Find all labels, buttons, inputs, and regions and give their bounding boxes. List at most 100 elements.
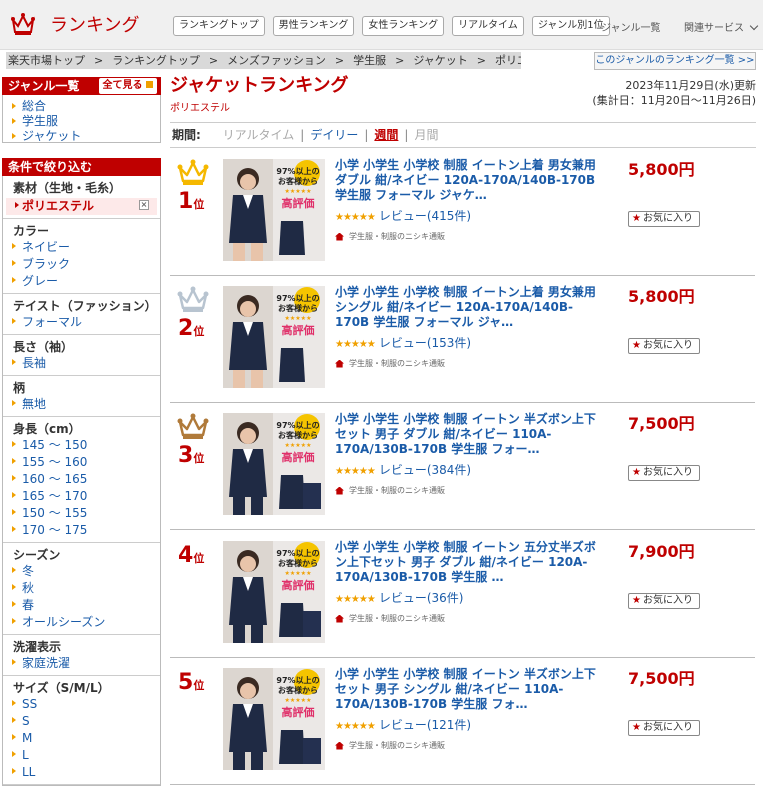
filter-option[interactable]: 春 xyxy=(3,597,160,614)
genre-list-link[interactable]: ジャンル一覧 xyxy=(601,19,661,34)
filter-option[interactable]: 無地 xyxy=(3,396,160,413)
rating-badge: 97%以上の お客様から ★★★★★ 高評価 xyxy=(273,421,323,464)
badge-line-2: お客様から xyxy=(278,431,318,440)
badge-line-3: 高評価 xyxy=(281,706,315,719)
ranking-item: 5位 97%以上の お客様から ★★★★★ 高評価 小学 小学生 小学校 制服 … xyxy=(170,658,755,785)
badge-line-1: 97%以上の xyxy=(276,294,320,303)
product-name[interactable]: 小学 小学生 小学校 制服 イートン上着 男女兼用 シングル 紺/ネイビー 12… xyxy=(335,285,605,332)
filter-option[interactable]: 秋 xyxy=(3,580,160,597)
review-link[interactable]: ★★★★★ レビュー(415件) xyxy=(335,207,471,224)
favorite-button[interactable]: ★ お気に入り xyxy=(628,211,700,227)
price: 7,500円 xyxy=(628,669,695,688)
favorite-label: お気に入り xyxy=(642,595,693,606)
product-name[interactable]: 小学 小学生 小学校 制服 イートン 五分丈半ズボン上下セット 男子 ダブル 紺… xyxy=(335,540,605,587)
genre-item-uniform[interactable]: 学生服 xyxy=(3,114,160,129)
product-image[interactable]: 97%以上の お客様から ★★★★★ 高評価 xyxy=(223,541,325,643)
period-weekly[interactable]: 週間 xyxy=(374,128,398,142)
badge-line-2: お客様から xyxy=(278,177,318,186)
ranking-item: 1位 97%以上の お客様から ★★★★★ 高評価 小学 小学生 小学校 制服 … xyxy=(170,149,755,276)
filter-option[interactable]: 155 ～ 160 xyxy=(3,454,160,471)
filter-group-title: 柄 xyxy=(13,381,26,395)
filter-option[interactable]: オールシーズン xyxy=(3,614,160,631)
genre-item-all[interactable]: 総合 xyxy=(3,99,160,114)
nav-male-ranking[interactable]: 男性ランキング xyxy=(272,16,355,36)
filter-option[interactable]: SS xyxy=(3,696,160,713)
breadcrumb: 楽天市場トップ>ランキングトップ>メンズファッション>学生服>ジャケット>ポリエ… xyxy=(6,52,521,69)
ranking-item: 3位 97%以上の お客様から ★★★★★ 高評価 小学 小学生 小学校 制服 … xyxy=(170,403,755,530)
product-name[interactable]: 小学 小学生 小学校 制服 イートン 半ズボン上下セット 男子 シングル 紺/ネ… xyxy=(335,667,605,714)
filter-option[interactable]: フォーマル xyxy=(3,314,160,331)
star-icon: ★ xyxy=(632,595,641,606)
favorite-button[interactable]: ★ お気に入り xyxy=(628,720,700,736)
favorite-button[interactable]: ★ お気に入り xyxy=(628,593,700,609)
shop-link[interactable]: 学生服・制服のニシキ通販 xyxy=(335,613,445,624)
breadcrumb-item[interactable]: 学生服 xyxy=(353,54,386,67)
filter-option[interactable]: 長袖 xyxy=(3,355,160,372)
filter-option[interactable]: ブラック xyxy=(3,256,160,273)
see-all-button[interactable]: 全て見る xyxy=(98,78,157,94)
product-name[interactable]: 小学 小学生 小学校 制服 イートン上着 男女兼用 ダブル 紺/ネイビー 120… xyxy=(335,158,605,205)
review-link[interactable]: ★★★★★ レビュー(121件) xyxy=(335,716,471,733)
breadcrumb-item[interactable]: メンズファッション xyxy=(227,54,326,67)
genre-item-jacket[interactable]: ジャケット xyxy=(3,129,160,144)
filter-option[interactable]: 145 ～ 150 xyxy=(3,437,160,454)
genre-ranking-list-link[interactable]: このジャンルのランキング一覧 >> xyxy=(594,52,756,70)
nav-female-ranking[interactable]: 女性ランキング xyxy=(362,16,445,36)
product-name[interactable]: 小学 小学生 小学校 制服 イートン 半ズボン上下セット 男子 ダブル 紺/ネイ… xyxy=(335,412,605,459)
period-daily[interactable]: デイリー xyxy=(310,128,358,142)
badge-line-1: 97%以上の xyxy=(276,421,320,430)
filter-option[interactable]: 家庭洗濯 xyxy=(3,655,160,672)
filter-group: シーズン冬秋春オールシーズン xyxy=(3,547,160,635)
breadcrumb-item[interactable]: 楽天市場トップ xyxy=(8,54,85,67)
updated-date: 2023年11月29日(水)更新 xyxy=(625,79,756,92)
favorite-button[interactable]: ★ お気に入り xyxy=(628,465,700,481)
filter-option[interactable]: LL xyxy=(3,764,160,781)
close-icon[interactable]: × xyxy=(139,200,149,210)
nav-ranking-top[interactable]: ランキングトップ xyxy=(173,16,265,36)
filter-option[interactable]: M xyxy=(3,730,160,747)
product-image[interactable]: 97%以上の お客様から ★★★★★ 高評価 xyxy=(223,668,325,770)
aggregation-period: (集計日：11月20日～11月26日) xyxy=(592,94,756,107)
filter-option[interactable]: 冬 xyxy=(3,563,160,580)
product-image[interactable]: 97%以上の お客様から ★★★★★ 高評価 xyxy=(223,286,325,388)
filter-option[interactable]: 165 ～ 170 xyxy=(3,488,160,505)
breadcrumb-item[interactable]: ランキングトップ xyxy=(112,54,200,67)
filter-selected-polyester[interactable]: ポリエステル × xyxy=(6,198,157,215)
review-link[interactable]: ★★★★★ レビュー(36件) xyxy=(335,589,463,606)
filter-option[interactable]: 160 ～ 165 xyxy=(3,471,160,488)
ranking-logo[interactable]: ランキング xyxy=(10,8,139,40)
shop-link[interactable]: 学生服・制服のニシキ通販 xyxy=(335,740,445,751)
shop-link[interactable]: 学生服・制服のニシキ通販 xyxy=(335,358,445,369)
nav-realtime[interactable]: リアルタイム xyxy=(452,16,524,36)
favorite-button[interactable]: ★ お気に入り xyxy=(628,338,700,354)
update-info: 2023年11月29日(水)更新 (集計日：11月20日～11月26日) xyxy=(592,78,756,108)
shop-link[interactable]: 学生服・制服のニシキ通販 xyxy=(335,231,445,242)
review-link[interactable]: ★★★★★ レビュー(384件) xyxy=(335,461,471,478)
period-selector: 期間: リアルタイム | デイリー | 週間 | 月間 xyxy=(170,122,756,148)
star-icon: ★★★★★ xyxy=(284,570,312,577)
filter-group-title: シーズン xyxy=(13,548,61,562)
star-rating-icon: ★★★★★ xyxy=(335,594,376,605)
rating-badge: 97%以上の お客様から ★★★★★ 高評価 xyxy=(273,294,323,337)
nav-genre-first[interactable]: ジャンル別1位 xyxy=(531,16,610,36)
product-image[interactable]: 97%以上の お客様から ★★★★★ 高評価 xyxy=(223,413,325,515)
filter-option[interactable]: 150 ～ 155 xyxy=(3,505,160,522)
period-monthly[interactable]: 月間 xyxy=(414,128,438,142)
shop-home-icon xyxy=(335,232,344,241)
filter-option[interactable]: 170 ～ 175 xyxy=(3,522,160,539)
breadcrumb-item[interactable]: ジャケット xyxy=(413,54,467,67)
shop-link[interactable]: 学生服・制服のニシキ通販 xyxy=(335,485,445,496)
filter-option[interactable]: ネイビー xyxy=(3,239,160,256)
product-image[interactable]: 97%以上の お客様から ★★★★★ 高評価 xyxy=(223,159,325,261)
filter-option[interactable]: L xyxy=(3,747,160,764)
filter-option[interactable]: グレー xyxy=(3,273,160,290)
period-realtime[interactable]: リアルタイム xyxy=(223,128,295,142)
filter-group: 柄無地 xyxy=(3,380,160,417)
badge-line-3: 高評価 xyxy=(281,324,315,337)
review-link[interactable]: ★★★★★ レビュー(153件) xyxy=(335,334,471,351)
related-services-menu[interactable]: 関連サービス xyxy=(684,19,759,34)
genre-panel-title-text: ジャンル一覧 xyxy=(8,79,80,93)
filter-option[interactable]: S xyxy=(3,713,160,730)
shop-home-icon xyxy=(335,486,344,495)
filter-group-material: 素材（生地・毛糸） ポリエステル × xyxy=(3,180,160,219)
